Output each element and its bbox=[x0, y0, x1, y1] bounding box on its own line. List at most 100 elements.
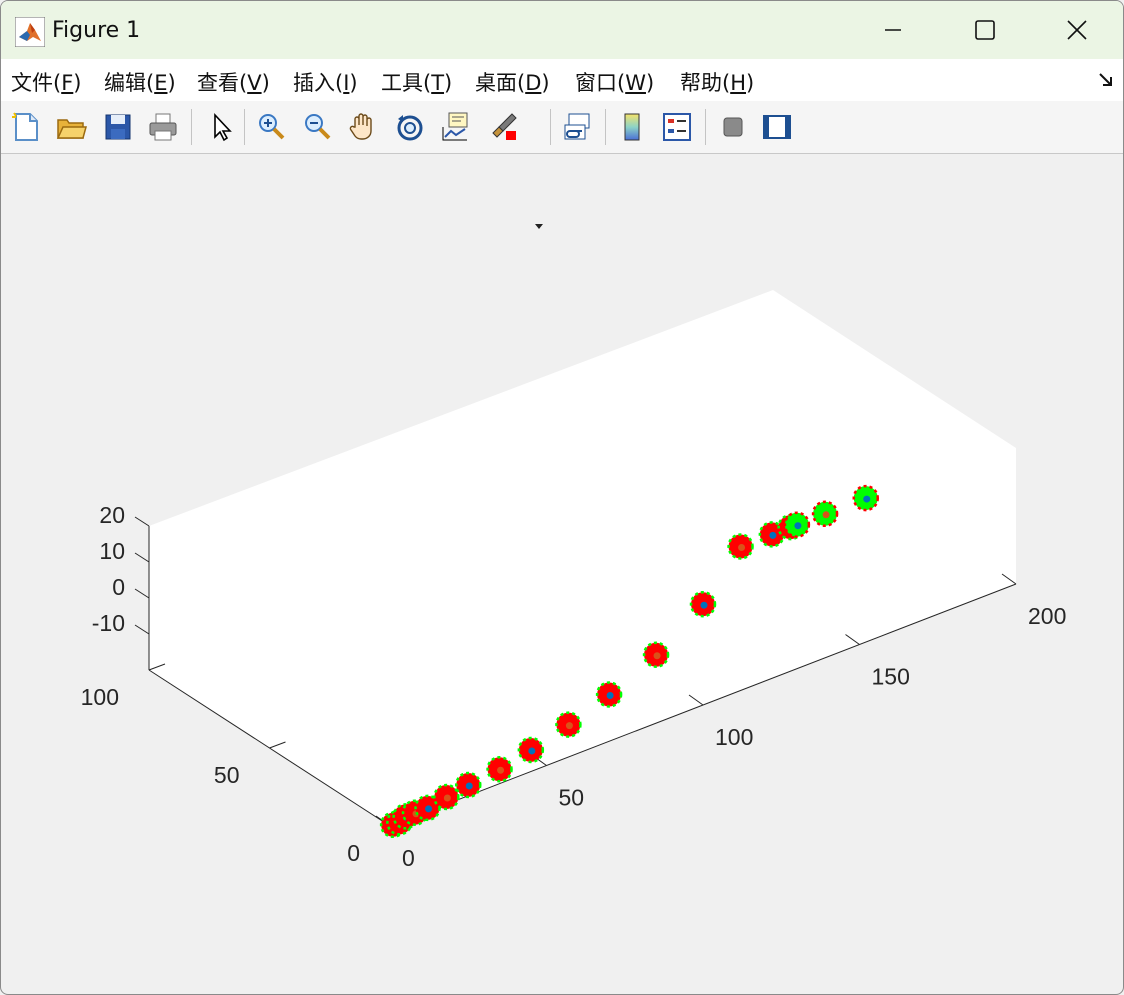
minimize-button[interactable] bbox=[847, 1, 939, 59]
z-tick bbox=[134, 516, 150, 527]
toolbar-separator bbox=[244, 109, 245, 145]
inner-point-marker bbox=[738, 543, 746, 551]
close-button[interactable] bbox=[1031, 1, 1123, 59]
new-figure-button[interactable] bbox=[7, 108, 45, 146]
rotate-3d-button[interactable] bbox=[391, 108, 429, 146]
figure-window: Figure 1 文件(F) 编辑(E) 查看(V) 插入(I) 工具(T) 桌… bbox=[0, 0, 1124, 995]
toolbar-separator bbox=[605, 109, 606, 145]
save-icon bbox=[105, 114, 131, 140]
toolbar-separator bbox=[705, 109, 706, 145]
open-file-button[interactable] bbox=[52, 108, 90, 146]
maximize-button[interactable] bbox=[939, 1, 1031, 59]
menu-tools-close: ) bbox=[444, 71, 453, 95]
inner-point-marker bbox=[822, 511, 830, 519]
y-tick-label: 0 bbox=[347, 840, 360, 866]
inner-point-marker bbox=[425, 805, 433, 813]
menu-tools[interactable]: 工具(T) bbox=[381, 67, 452, 97]
menu-insert[interactable]: 插入(I) bbox=[293, 67, 358, 97]
menu-file[interactable]: 文件(F) bbox=[11, 67, 82, 97]
save-button[interactable] bbox=[99, 108, 137, 146]
select-arrow-button[interactable] bbox=[201, 108, 239, 146]
legend-button[interactable] bbox=[658, 108, 696, 146]
menu-edit-label: 编辑( bbox=[104, 71, 155, 95]
hide-plot-tools-icon bbox=[723, 117, 743, 137]
x-tick-label: 150 bbox=[872, 664, 910, 690]
inner-point-marker bbox=[443, 794, 451, 802]
minimize-icon bbox=[885, 29, 901, 31]
dock-arrow-icon[interactable] bbox=[1097, 71, 1115, 89]
z-tick-label: 10 bbox=[99, 538, 125, 564]
menu-file-label: 文件( bbox=[11, 71, 62, 95]
inner-point-marker bbox=[497, 766, 505, 774]
inner-point-marker bbox=[565, 722, 573, 730]
menu-desktop[interactable]: 桌面(D) bbox=[475, 67, 550, 97]
print-icon bbox=[149, 113, 177, 141]
menu-view[interactable]: 查看(V) bbox=[197, 67, 270, 97]
brush-button[interactable] bbox=[485, 108, 523, 146]
colorbar-button[interactable] bbox=[613, 108, 651, 146]
menu-help-key: H bbox=[730, 71, 746, 95]
menu-insert-label: 插入( bbox=[293, 71, 344, 95]
menu-desktop-close: ) bbox=[541, 71, 550, 95]
menu-edit[interactable]: 编辑(E) bbox=[104, 67, 176, 97]
axes-background bbox=[149, 290, 1016, 826]
menu-insert-close: ) bbox=[349, 71, 358, 95]
zoom-in-button[interactable] bbox=[252, 108, 290, 146]
menu-help-close: ) bbox=[746, 71, 755, 95]
pan-button[interactable] bbox=[344, 108, 382, 146]
inner-point-marker bbox=[528, 747, 536, 755]
data-cursor-button[interactable] bbox=[436, 108, 474, 146]
link-plot-button[interactable] bbox=[558, 108, 596, 146]
rotate-3d-icon bbox=[397, 115, 423, 141]
menu-tools-label: 工具( bbox=[381, 71, 432, 95]
toolbar-separator bbox=[191, 109, 192, 145]
zoom-in-icon bbox=[259, 114, 285, 140]
menu-help[interactable]: 帮助(H) bbox=[680, 67, 754, 97]
link-plot-icon bbox=[564, 113, 590, 140]
x-tick-label: 0 bbox=[402, 845, 415, 871]
title-bar[interactable]: Figure 1 bbox=[1, 1, 1123, 59]
inner-point-marker bbox=[606, 692, 614, 699]
zoom-out-icon bbox=[305, 114, 331, 140]
menu-edit-key: E bbox=[154, 71, 168, 95]
x-tick-label: 100 bbox=[715, 724, 753, 750]
colorbar-icon bbox=[624, 113, 640, 141]
zoom-out-button[interactable] bbox=[298, 108, 336, 146]
x-tick-label: 50 bbox=[559, 785, 585, 811]
menu-desktop-key: D bbox=[525, 71, 542, 95]
z-tick bbox=[134, 552, 150, 563]
maximize-icon bbox=[975, 20, 995, 40]
menu-view-key: V bbox=[247, 71, 262, 95]
new-figure-icon bbox=[12, 112, 38, 141]
y-tick-label: 50 bbox=[214, 762, 240, 788]
menu-tools-key: T bbox=[431, 71, 445, 95]
menu-desktop-label: 桌面( bbox=[475, 71, 526, 95]
z-tick bbox=[134, 588, 150, 599]
menu-help-label: 帮助( bbox=[680, 71, 731, 95]
open-file-icon bbox=[56, 119, 87, 139]
inner-point-marker bbox=[700, 601, 708, 609]
z-tick-label: 20 bbox=[99, 502, 125, 528]
figure-canvas[interactable]: 0 50 100 150 200 0 50 100 -10 0 10 20 bbox=[1, 154, 1123, 994]
show-plot-tools-icon bbox=[763, 115, 791, 139]
inner-point-marker bbox=[794, 522, 802, 530]
menu-view-label: 查看( bbox=[197, 71, 248, 95]
matlab-logo-icon bbox=[15, 17, 45, 47]
menu-file-key: F bbox=[61, 71, 74, 95]
menu-file-close: ) bbox=[73, 71, 82, 95]
show-plot-tools-button[interactable] bbox=[758, 108, 796, 146]
hide-plot-tools-button[interactable] bbox=[714, 108, 752, 146]
menu-window-key: W bbox=[625, 71, 646, 95]
data-cursor-icon bbox=[442, 112, 468, 141]
menu-window[interactable]: 窗口(W) bbox=[575, 67, 654, 97]
scatter3-axes[interactable]: 0 50 100 150 200 0 50 100 -10 0 10 20 bbox=[1, 154, 1123, 994]
menu-bar: 文件(F) 编辑(E) 查看(V) 插入(I) 工具(T) 桌面(D) 窗口(W… bbox=[1, 59, 1123, 102]
print-button[interactable] bbox=[144, 108, 182, 146]
inner-point-marker bbox=[863, 495, 871, 503]
toolbar-separator bbox=[550, 109, 551, 145]
menu-window-label: 窗口( bbox=[575, 71, 626, 95]
select-arrow-icon bbox=[214, 112, 232, 142]
pan-hand-icon bbox=[349, 113, 372, 140]
menu-view-close: ) bbox=[261, 71, 270, 95]
figure-toolbar bbox=[1, 101, 1123, 229]
